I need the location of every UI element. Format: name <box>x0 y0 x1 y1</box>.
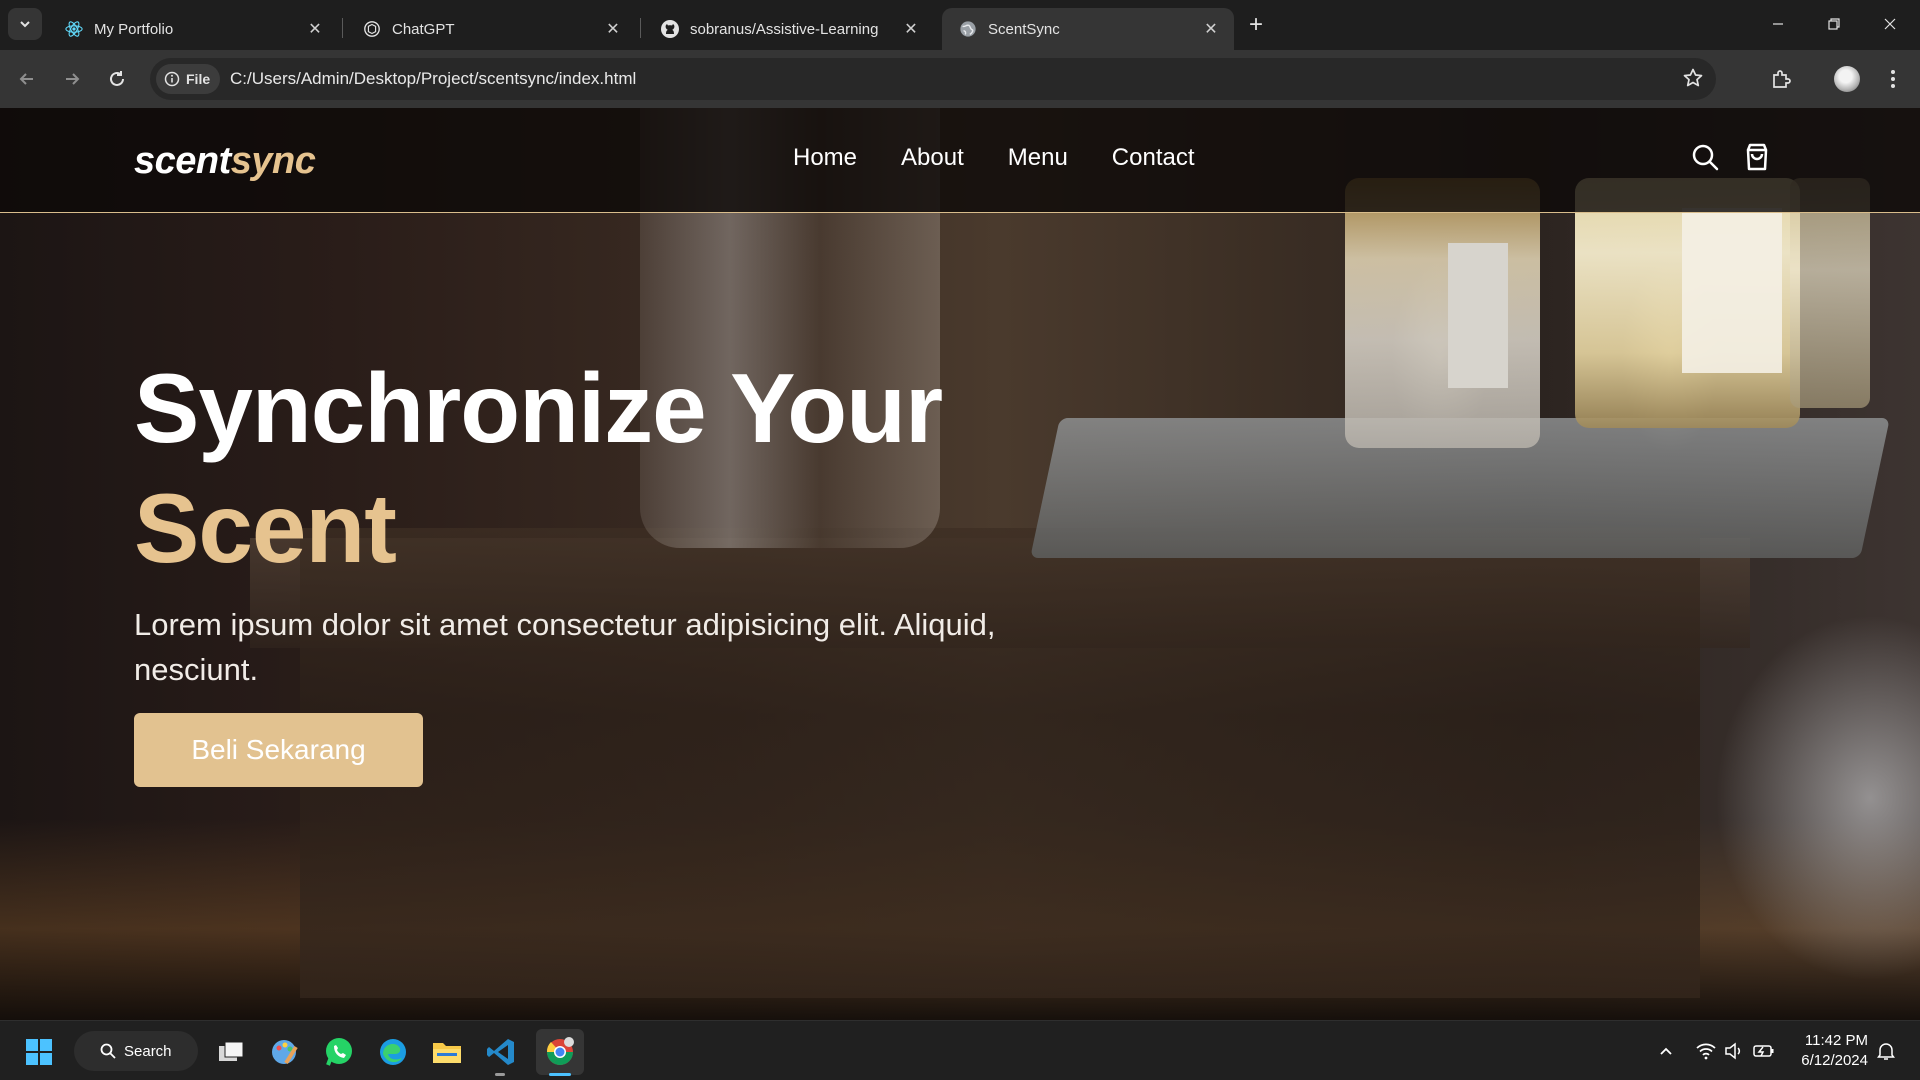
minimize-button[interactable] <box>1750 8 1806 40</box>
browser-menu-button[interactable] <box>1876 62 1910 96</box>
bookmark-star-icon[interactable] <box>1682 67 1704 94</box>
chevron-up-icon <box>1660 1047 1672 1055</box>
search-icon <box>100 1043 116 1059</box>
battery-icon[interactable] <box>1750 1037 1778 1065</box>
close-window-button[interactable] <box>1862 8 1918 40</box>
task-view-icon[interactable] <box>212 1033 250 1071</box>
taskbar-search-label: Search <box>124 1042 172 1060</box>
hero-description: Lorem ipsum dolor sit amet consectetur a… <box>134 607 996 687</box>
github-icon <box>660 19 680 39</box>
minimize-icon <box>1773 23 1783 25</box>
buy-now-button[interactable]: Beli Sekarang <box>134 713 423 787</box>
tab-github[interactable]: sobranus/Assistive-Learning ✕ <box>644 8 934 50</box>
hero-background <box>300 528 1700 998</box>
taskbar-clock[interactable]: 11:42 PM 6/12/2024 <box>1792 1031 1868 1071</box>
whatsapp-icon[interactable] <box>320 1033 358 1071</box>
avatar <box>1834 66 1860 92</box>
tab-chatgpt[interactable]: ChatGPT ✕ <box>346 8 636 50</box>
close-tab-icon[interactable]: ✕ <box>304 18 326 40</box>
tab-title: sobranus/Assistive-Learning <box>690 20 879 38</box>
windows-taskbar: Search 11:42 PM 6/12/2024 <box>0 1020 1920 1080</box>
windows-logo-icon <box>26 1039 52 1065</box>
shopping-bag-icon[interactable] <box>1742 142 1772 177</box>
back-button[interactable] <box>10 62 44 96</box>
close-icon <box>1884 18 1896 30</box>
site-menu: Home About Menu Contact <box>793 144 1195 172</box>
close-tab-icon[interactable]: ✕ <box>900 18 922 40</box>
wifi-icon[interactable] <box>1692 1037 1720 1065</box>
tab-separator <box>640 18 641 38</box>
tab-title: ScentSync <box>988 20 1060 38</box>
url-text[interactable]: C:/Users/Admin/Desktop/Project/scentsync… <box>230 69 636 89</box>
arrow-right-icon <box>66 73 80 85</box>
logo-main: scent <box>134 140 231 182</box>
volume-icon[interactable] <box>1720 1037 1748 1065</box>
info-icon <box>164 71 180 87</box>
nav-link-about[interactable]: About <box>901 144 964 172</box>
hero-title: Synchronize Your Scent <box>134 348 943 588</box>
new-tab-button[interactable]: + <box>1242 12 1270 40</box>
close-tab-icon[interactable]: ✕ <box>602 18 624 40</box>
react-icon <box>64 19 84 39</box>
restore-button[interactable] <box>1806 8 1862 40</box>
start-button[interactable] <box>20 1033 58 1071</box>
reload-icon <box>110 71 124 86</box>
tab-title: My Portfolio <box>94 20 174 38</box>
chrome-icon[interactable] <box>541 1033 579 1071</box>
tab-scentsync[interactable]: ScentSync ✕ <box>942 8 1234 50</box>
running-indicator <box>495 1073 505 1076</box>
search-icon[interactable] <box>1690 142 1720 177</box>
active-indicator <box>549 1073 571 1076</box>
clock-time: 11:42 PM <box>1804 1032 1868 1049</box>
nav-link-contact[interactable]: Contact <box>1112 144 1195 172</box>
site-info-chip[interactable]: File <box>156 64 221 94</box>
restore-icon <box>1828 18 1840 30</box>
hero-title-line2: Scent <box>134 473 397 583</box>
clock-date: 6/12/2024 <box>1801 1052 1868 1069</box>
arrow-left-icon <box>19 73 33 85</box>
nav-link-home[interactable]: Home <box>793 144 857 172</box>
chip-label: File <box>186 71 211 87</box>
web-page: scentsync Home About Menu Contact Synchr… <box>0 108 1920 1020</box>
tab-my-portfolio[interactable]: My Portfolio ✕ <box>48 8 338 50</box>
globe-icon <box>958 19 978 39</box>
vscode-icon[interactable] <box>482 1033 520 1071</box>
tab-title: ChatGPT <box>392 20 455 38</box>
reload-button[interactable] <box>100 62 134 96</box>
site-logo[interactable]: scentsync <box>134 140 316 183</box>
profile-button[interactable] <box>1830 62 1864 96</box>
forward-button[interactable] <box>55 62 89 96</box>
paint-icon[interactable] <box>266 1033 304 1071</box>
show-hidden-icons-button[interactable] <box>1652 1037 1680 1065</box>
nav-link-menu[interactable]: Menu <box>1008 144 1068 172</box>
logo-accent: sync <box>230 140 316 182</box>
hero-background <box>1448 243 1508 388</box>
site-navbar: scentsync Home About Menu Contact <box>0 108 1920 213</box>
kebab-menu-icon <box>1891 70 1895 88</box>
notifications-icon[interactable] <box>1872 1037 1900 1065</box>
chevron-down-icon <box>20 21 30 28</box>
nav-icons <box>1690 142 1772 177</box>
address-bar[interactable]: File C:/Users/Admin/Desktop/Project/scen… <box>150 58 1716 100</box>
hero-title-line1: Synchronize Your <box>134 353 943 463</box>
hero-background <box>1682 208 1782 373</box>
close-tab-icon[interactable]: ✕ <box>1200 18 1222 40</box>
tab-search-button[interactable] <box>8 8 42 40</box>
hero-background <box>1345 178 1540 448</box>
chatgpt-icon <box>362 19 382 39</box>
tab-strip: My Portfolio ✕ ChatGPT ✕ sobranus/Assist… <box>0 0 1920 50</box>
tab-separator <box>342 18 343 38</box>
puzzle-icon <box>1773 70 1791 88</box>
edge-icon[interactable] <box>374 1033 412 1071</box>
extensions-button[interactable] <box>1764 62 1798 96</box>
browser-toolbar: File C:/Users/Admin/Desktop/Project/scen… <box>0 50 1920 108</box>
file-explorer-icon[interactable] <box>428 1033 466 1071</box>
taskbar-search[interactable]: Search <box>74 1031 198 1071</box>
